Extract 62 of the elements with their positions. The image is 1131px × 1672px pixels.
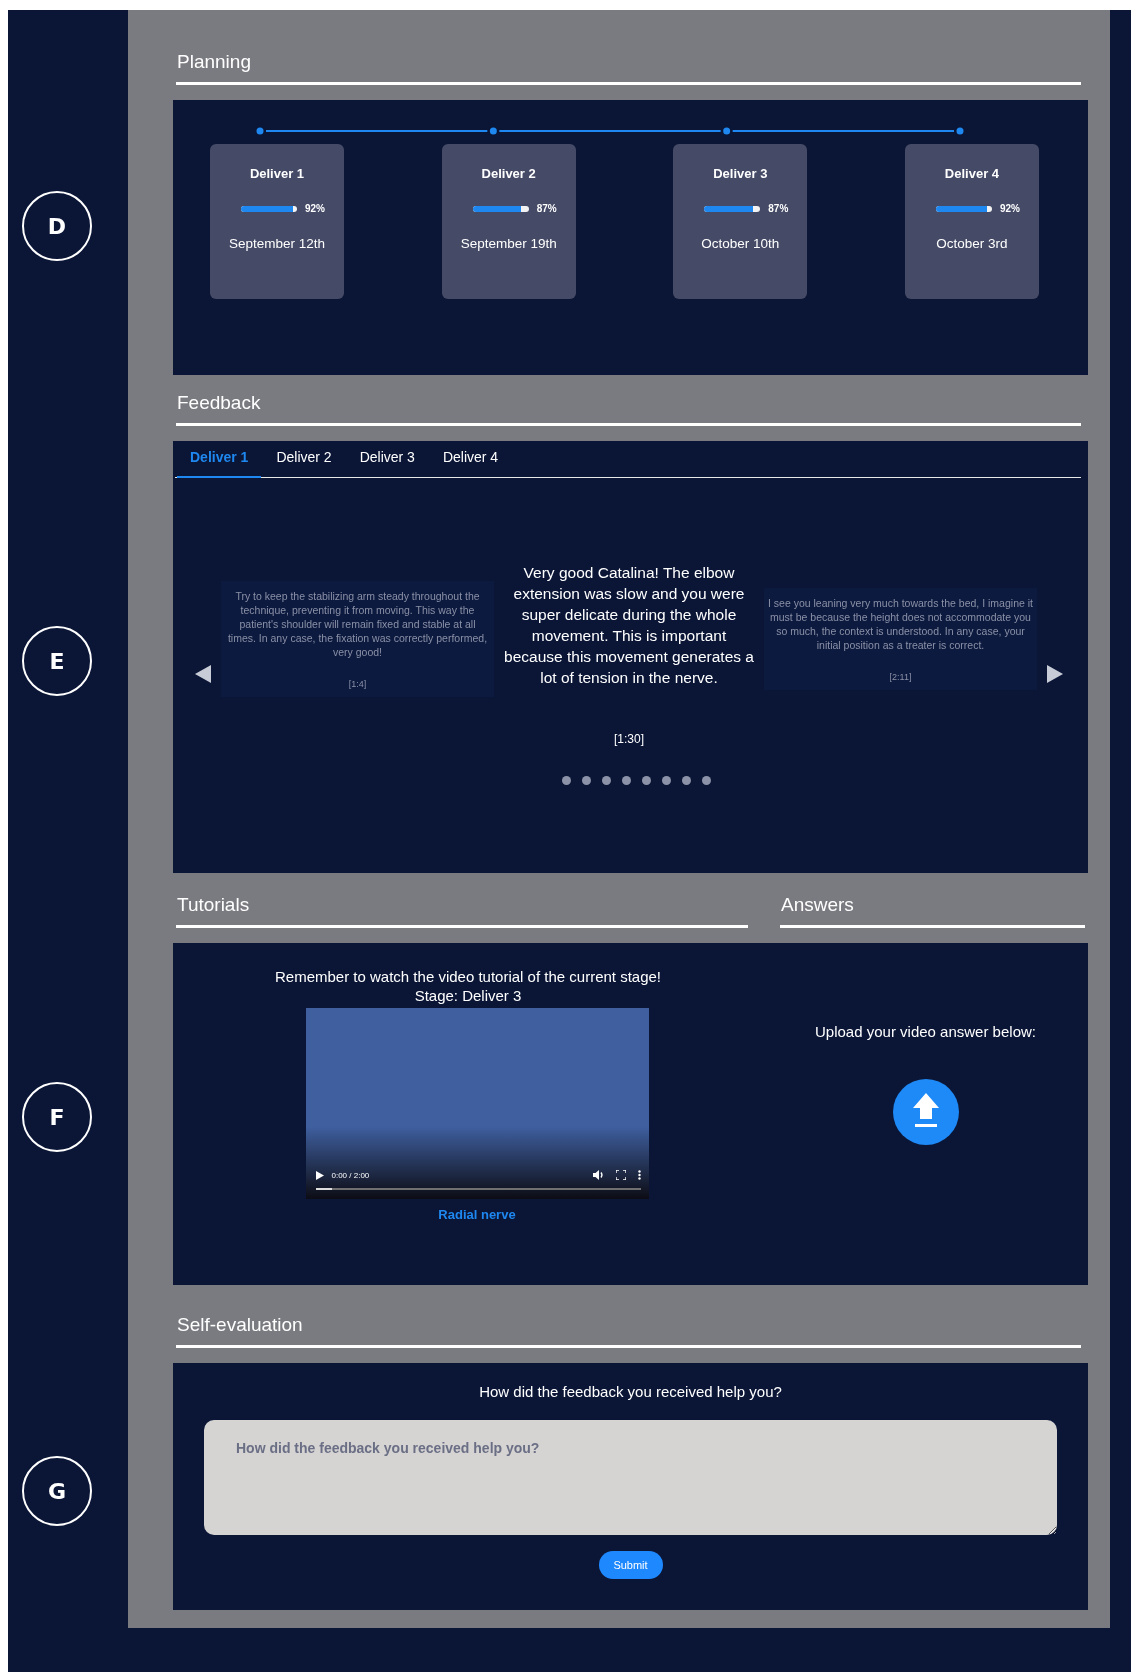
play-icon[interactable] bbox=[315, 1170, 324, 1180]
section-title: Tutorials bbox=[177, 893, 251, 917]
section-title: Planning bbox=[177, 50, 252, 74]
feedback-comment: Very good Catalina! The elbow extension was slow and you were super delicate during the whole movement. This is important because this movement generates a lot of tension in the nerve. bbox=[504, 563, 754, 688]
video-time: 0:00 / 2:00 bbox=[331, 1170, 370, 1180]
carousel-dot[interactable] bbox=[662, 776, 671, 785]
feedback-comment: Try to keep the stabilizing arm steady throughout the technique, preventing it from moving. This way the patient's shoulder will remain fixed and stable at all times. In any case, the fixation was correctly performed, very good! bbox=[226, 589, 489, 659]
deliverable-date: October 3rd bbox=[936, 236, 1008, 251]
timeline-dot bbox=[489, 127, 497, 135]
progress-percent: 92% bbox=[999, 203, 1020, 214]
deliverable-name: Deliver 2 bbox=[481, 166, 536, 181]
video-title-link[interactable]: Radial nerve bbox=[438, 1207, 516, 1222]
carousel-dot[interactable] bbox=[562, 776, 571, 785]
stage-label: Stage: Deliver 3 bbox=[414, 986, 522, 1005]
section-marker: G bbox=[22, 1456, 92, 1526]
upload-prompt: Upload your video answer below: bbox=[815, 1022, 1036, 1041]
progress-bar bbox=[241, 205, 297, 212]
carousel-dot[interactable] bbox=[622, 776, 631, 785]
timeline-dot bbox=[723, 127, 731, 135]
progress-percent: 87% bbox=[536, 203, 557, 214]
progress-percent: 87% bbox=[768, 203, 789, 214]
section-title: Self-evaluation bbox=[177, 1313, 304, 1337]
carousel-dot[interactable] bbox=[702, 776, 711, 785]
deliver-tab[interactable]: Deliver 1 bbox=[177, 441, 262, 478]
video-player[interactable]: 0:00 / 2:00 bbox=[305, 1008, 649, 1199]
section-title: Answers bbox=[781, 893, 855, 917]
section-title: Feedback bbox=[177, 391, 262, 415]
deliverable-name: Deliver 4 bbox=[944, 166, 1000, 181]
answer-box[interactable]: How did the feedback you received help you? bbox=[204, 1420, 1057, 1535]
carousel-dot[interactable] bbox=[682, 776, 691, 785]
section-marker: D bbox=[22, 191, 92, 261]
timeline-dot bbox=[956, 127, 964, 135]
upload-icon[interactable] bbox=[892, 1079, 959, 1145]
deliverable-date: September 19th bbox=[460, 236, 557, 251]
comment-timestamp: [1:30] bbox=[614, 732, 644, 746]
section-marker: F bbox=[22, 1082, 92, 1152]
progress-bar bbox=[935, 205, 992, 212]
deliverable-name: Deliver 3 bbox=[713, 166, 768, 181]
deliverable-name: Deliver 1 bbox=[249, 166, 305, 181]
carousel-dot[interactable] bbox=[642, 776, 651, 785]
fullscreen-icon[interactable] bbox=[615, 1170, 626, 1180]
progress-bar bbox=[472, 205, 529, 212]
previous-arrow-icon[interactable] bbox=[195, 665, 211, 683]
deliver-tab[interactable]: Deliver 2 bbox=[263, 441, 345, 478]
deliverable-date: September 12th bbox=[228, 236, 326, 251]
deliverable-date: October 10th bbox=[701, 236, 780, 251]
feedback-comment: I see you leaning very much towards the bed, I imagine it must be because the height does not accommodate you so much, the context is understood. In any case, your initial position as a treater is correct. bbox=[768, 596, 1033, 652]
comment-timestamp: [2:11] bbox=[889, 672, 912, 682]
timeline-dot bbox=[256, 127, 264, 135]
carousel-dot[interactable] bbox=[602, 776, 611, 785]
section-marker: E bbox=[22, 626, 92, 696]
next-arrow-icon[interactable] bbox=[1047, 665, 1063, 683]
carousel-dot[interactable] bbox=[582, 776, 591, 785]
progress-percent: 92% bbox=[305, 203, 325, 214]
volume-icon[interactable] bbox=[592, 1170, 604, 1180]
progress-bar bbox=[704, 205, 761, 212]
deliver-tab[interactable]: Deliver 4 bbox=[429, 441, 512, 478]
question-text: How did the feedback you received help you? bbox=[479, 1383, 782, 1400]
more-options-icon[interactable] bbox=[637, 1170, 641, 1180]
comment-timestamp: [1:4] bbox=[348, 679, 367, 689]
deliver-tab[interactable]: Deliver 3 bbox=[346, 441, 428, 478]
tutorial-message: Remember to watch the video tutorial of the current stage! bbox=[275, 967, 661, 986]
